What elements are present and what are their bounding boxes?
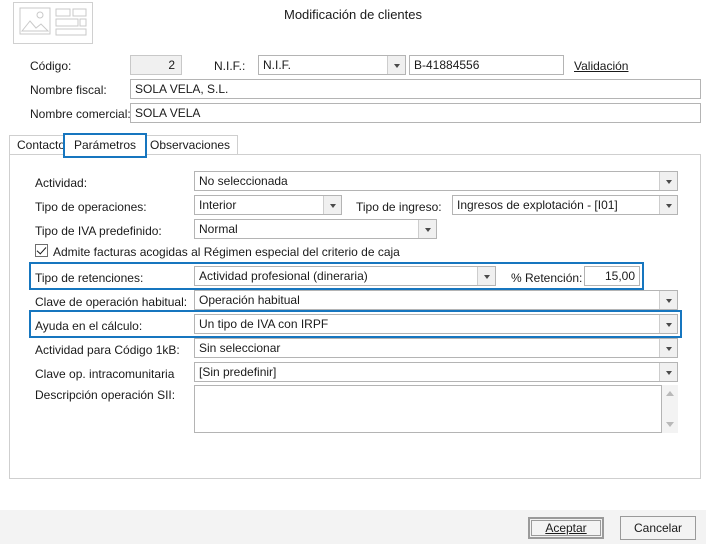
tipo-retenciones-value: Actividad profesional (dineraria) — [199, 269, 368, 283]
tipo-ingreso-label: Tipo de ingreso: — [356, 200, 442, 214]
tab-observaciones[interactable]: Observaciones — [142, 135, 239, 155]
chevron-down-icon[interactable] — [659, 196, 677, 214]
tipo-iva-select[interactable]: Normal — [194, 219, 437, 239]
tipo-retenciones-select[interactable]: Actividad profesional (dineraria) — [194, 266, 496, 286]
tipo-ingreso-value: Ingresos de explotación - [I01] — [457, 198, 618, 212]
criterio-caja-checkbox[interactable] — [35, 244, 48, 257]
accept-button[interactable]: Aceptar — [531, 520, 601, 536]
chevron-down-icon[interactable] — [387, 56, 405, 74]
tab-parametros[interactable]: Parámetros — [63, 133, 148, 158]
tipo-iva-value: Normal — [199, 222, 238, 236]
chevron-down-icon[interactable] — [418, 220, 436, 238]
ayuda-calculo-select[interactable]: Un tipo de IVA con IRPF — [194, 314, 678, 334]
descripcion-sii-textarea[interactable] — [194, 385, 662, 433]
descripcion-sii-scrollbar[interactable] — [662, 385, 678, 433]
tipo-iva-label: Tipo de IVA predefinido: — [35, 224, 162, 238]
pct-retencion-label: % Retención: — [511, 271, 583, 285]
descripcion-sii-label: Descripción operación SII: — [35, 388, 176, 402]
clave-operacion-value: Operación habitual — [199, 293, 300, 307]
tipo-retenciones-label: Tipo de retenciones: — [35, 271, 144, 285]
clave-intracomunitaria-label: Clave op. intracomunitaria — [35, 367, 175, 381]
chevron-down-icon[interactable] — [477, 267, 495, 285]
clave-intracomunitaria-value: [Sin predefinir] — [199, 365, 277, 379]
ayuda-calculo-label: Ayuda en el cálculo: — [35, 319, 143, 333]
nombre-fiscal-input[interactable]: SOLA VELA, S.L. — [130, 79, 701, 99]
nombre-comercial-input[interactable]: SOLA VELA — [130, 103, 701, 123]
clave-operacion-label: Clave de operación habitual: — [35, 295, 188, 309]
clave-intracomunitaria-select[interactable]: [Sin predefinir] — [194, 362, 678, 382]
nif-type-select[interactable]: N.I.F. — [258, 55, 406, 75]
actividad-1kb-value: Sin seleccionar — [199, 341, 281, 355]
ayuda-calculo-value: Un tipo de IVA con IRPF — [199, 317, 329, 331]
tipo-operaciones-select[interactable]: Interior — [194, 195, 342, 215]
accept-button-focus-ring: Aceptar — [528, 517, 604, 539]
nombre-comercial-label: Nombre comercial: — [30, 107, 131, 121]
chevron-down-icon[interactable] — [659, 339, 677, 357]
codigo-field: 2 — [130, 55, 182, 75]
tipo-operaciones-value: Interior — [199, 198, 237, 212]
validacion-link[interactable]: Validación — [574, 59, 628, 73]
chevron-down-icon[interactable] — [323, 196, 341, 214]
codigo-label: Código: — [30, 59, 72, 73]
chevron-down-icon[interactable] — [659, 315, 677, 333]
nif-input[interactable]: B-41884556 — [409, 55, 564, 75]
actividad-1kb-label: Actividad para Código 1kB: — [35, 343, 180, 357]
criterio-caja-label: Admite facturas acogidas al Régimen espe… — [53, 245, 400, 259]
scroll-up-icon[interactable] — [662, 385, 678, 401]
tipo-operaciones-label: Tipo de operaciones: — [35, 200, 147, 214]
clave-operacion-select[interactable]: Operación habitual — [194, 290, 678, 310]
pct-retencion-input[interactable]: 15,00 — [584, 266, 640, 286]
chevron-down-icon[interactable] — [659, 291, 677, 309]
chevron-down-icon[interactable] — [659, 363, 677, 381]
scroll-down-icon[interactable] — [662, 416, 678, 432]
actividad-label: Actividad: — [35, 176, 88, 190]
cancel-button[interactable]: Cancelar — [620, 516, 696, 540]
actividad-1kb-select[interactable]: Sin seleccionar — [194, 338, 678, 358]
chevron-down-icon[interactable] — [659, 172, 677, 190]
tipo-ingreso-select[interactable]: Ingresos de explotación - [I01] — [452, 195, 678, 215]
actividad-select[interactable]: No seleccionada — [194, 171, 678, 191]
window-title: Modificación de clientes — [283, 7, 423, 22]
nombre-fiscal-label: Nombre fiscal: — [30, 83, 107, 97]
actividad-value: No seleccionada — [199, 174, 288, 188]
nif-label: N.I.F.: — [214, 59, 246, 73]
nif-type-value: N.I.F. — [263, 58, 292, 72]
